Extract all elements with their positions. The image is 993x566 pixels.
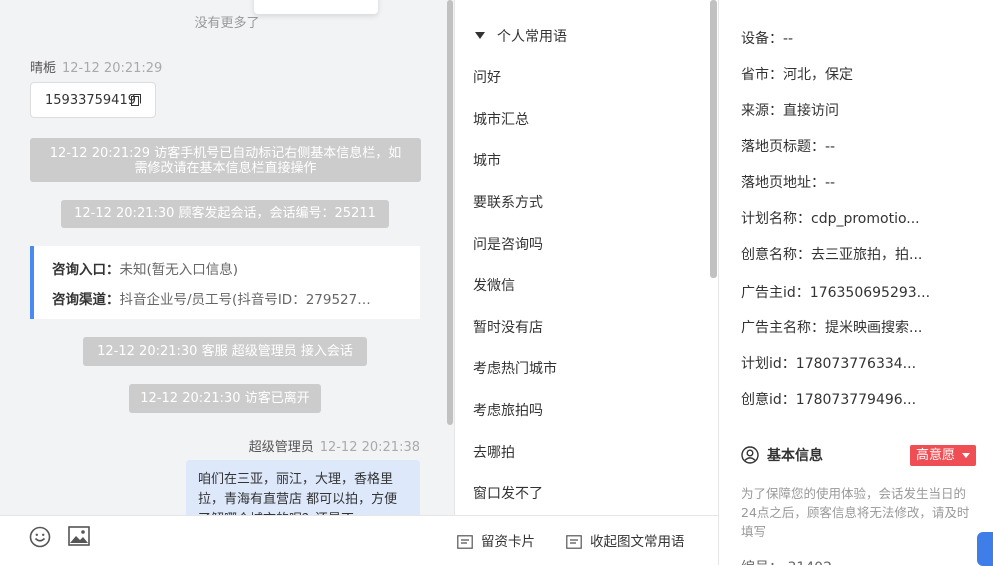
- phrase-item[interactable]: 窗口发不了: [473, 483, 543, 503]
- system-message-agent-join: 12-12 20:21:30 客服 超级管理员 接入会话: [83, 337, 367, 366]
- info-row-plan-name: 计划名称：cdp_promotio...: [741, 208, 920, 228]
- phone-message: 15933759419: [30, 82, 156, 118]
- info-row-device: 设备：--: [741, 28, 793, 48]
- phrase-item[interactable]: 暂时没有店: [473, 317, 543, 337]
- intent-level-dropdown[interactable]: 高意愿: [910, 445, 976, 466]
- info-row-landing-title: 落地页标题：--: [741, 136, 835, 156]
- info-label: 落地页地址：: [741, 175, 825, 191]
- entry-label: 咨询入口：: [52, 262, 120, 278]
- emoji-icon[interactable]: [29, 526, 51, 548]
- info-label: 来源：: [741, 103, 783, 119]
- basic-info-title: 基本信息: [741, 445, 823, 465]
- info-row-advertiser-name: 广告主名称：提米映画搜索...: [741, 317, 922, 337]
- phone-text: 15933759419: [45, 93, 136, 108]
- info-label: 广告主名称：: [741, 320, 825, 336]
- phrases-group-title: 个人常用语: [497, 29, 567, 45]
- phrase-item[interactable]: 考虑热门城市: [473, 358, 557, 378]
- phrases-panel: 个人常用语 问好 城市汇总 城市 要联系方式 问是咨询吗 发微信 暂时没有店 考…: [455, 0, 719, 565]
- edit-notice: 为了保障您的使用体验，会话发生当日的24点之后，顾客信息将无法修改，请及时填写: [741, 486, 970, 539]
- info-row-landing-url: 落地页地址：--: [741, 172, 835, 192]
- info-label: 计划id：: [741, 356, 796, 372]
- phrases-scrollbar[interactable]: [710, 0, 717, 278]
- info-value: --: [783, 31, 794, 47]
- intent-level-label: 高意愿: [916, 448, 956, 463]
- phrase-item[interactable]: 发微信: [473, 275, 515, 295]
- phrases-icon: [566, 535, 582, 549]
- info-value: 178073776334...: [795, 356, 917, 372]
- info-row-creative-id: 创意id：178073779496...: [741, 389, 916, 409]
- info-value: 河北，保定: [783, 67, 853, 83]
- collapse-phrases-label: 收起图文常用语: [590, 534, 685, 550]
- info-row-advertiser-id: 广告主id：176350695293...: [741, 282, 930, 302]
- image-icon[interactable]: [68, 526, 90, 546]
- info-value: 提米映画搜索...: [825, 320, 923, 336]
- user-icon: [741, 446, 759, 464]
- card-icon: [457, 535, 473, 549]
- info-value: --: [825, 139, 836, 155]
- system-message-visitor-left: 12-12 20:21:30 访客已离开: [129, 384, 321, 413]
- toast-notification: [254, 0, 378, 14]
- info-value: 直接访问: [783, 103, 839, 119]
- phrase-item[interactable]: 要联系方式: [473, 192, 543, 212]
- info-value: cdp_promotio...: [811, 211, 920, 227]
- info-row-creative-name: 创意名称：去三亚旅拍，拍...: [741, 244, 922, 264]
- phrase-item[interactable]: 考虑旅拍吗: [473, 400, 543, 420]
- visitor-info-panel: 设备：-- 省市：河北，保定 来源：直接访问 落地页标题：-- 落地页地址：--…: [719, 0, 993, 565]
- chat-panel: 没有更多了 晴栀 12-12 20:21:29 15933759419 12-12…: [0, 0, 455, 565]
- phrase-item[interactable]: 去哪拍: [473, 442, 515, 462]
- agent-name: 超级管理员: [248, 440, 314, 455]
- basic-info-title-text: 基本信息: [767, 448, 823, 464]
- info-label: 落地页标题：: [741, 139, 825, 155]
- phrase-item[interactable]: 问好: [473, 67, 501, 87]
- info-value: 去三亚旅拍，拍...: [811, 247, 923, 263]
- phrases-group-header[interactable]: 个人常用语: [475, 26, 567, 46]
- collapse-phrases-button[interactable]: 收起图文常用语: [566, 530, 685, 550]
- phrase-item[interactable]: 城市: [473, 150, 501, 170]
- info-row-number: 编号： 31402: [741, 557, 832, 565]
- info-label: 创意名称：: [741, 247, 811, 263]
- lead-card-label: 留资卡片: [481, 534, 535, 550]
- no-more-text: 没有更多了: [194, 16, 260, 31]
- info-value: 176350695293...: [809, 285, 931, 301]
- visitor-time: 12-12 20:21:29: [62, 61, 163, 76]
- phrase-item[interactable]: 城市汇总: [473, 109, 529, 129]
- info-label: 广告主id：: [741, 285, 810, 301]
- entry-value: 未知(暂无入口信息): [119, 262, 239, 278]
- chat-scrollbar[interactable]: [447, 0, 453, 425]
- system-message-session-start: 12-12 20:21:30 顾客发起会话，会话编号：25211: [61, 200, 389, 228]
- copy-icon[interactable]: [131, 94, 141, 106]
- info-label: 设备：: [741, 31, 783, 47]
- caret-down-icon: [962, 453, 970, 458]
- info-label: 计划名称：: [741, 211, 811, 227]
- info-value: 178073779496...: [795, 392, 917, 408]
- visitor-meta: 晴栀 12-12 20:21:29: [30, 57, 162, 76]
- phrase-item[interactable]: 问是咨询吗: [473, 234, 543, 254]
- floating-action-button[interactable]: [977, 532, 993, 566]
- input-toolbar: 留资卡片 收起图文常用语: [0, 515, 718, 566]
- agent-time: 12-12 20:21:38: [319, 440, 420, 455]
- consult-entry-card: 咨询入口：未知(暂无入口信息) 咨询渠道：抖音企业号/员工号(抖音号ID：279…: [30, 246, 420, 319]
- agent-meta: 超级管理员 12-12 20:21:38: [249, 436, 420, 455]
- channel-value: 抖音企业号/员工号(抖音号ID：279527…: [119, 292, 371, 308]
- info-row-region: 省市：河北，保定: [741, 64, 853, 84]
- info-label: 省市：: [741, 67, 783, 83]
- info-value: --: [825, 175, 836, 191]
- info-row-plan-id: 计划id：178073776334...: [741, 353, 916, 373]
- caret-down-icon: [475, 32, 485, 39]
- visitor-name: 晴栀: [30, 61, 57, 76]
- info-row-source: 来源：直接访问: [741, 100, 839, 120]
- lead-card-button[interactable]: 留资卡片: [457, 530, 535, 550]
- system-message-auto-mark: 12-12 20:21:29 访客手机号已自动标记右侧基本信息栏，如需修改请在基…: [30, 138, 421, 182]
- info-label: 创意id：: [741, 392, 796, 408]
- channel-label: 咨询渠道：: [52, 292, 120, 308]
